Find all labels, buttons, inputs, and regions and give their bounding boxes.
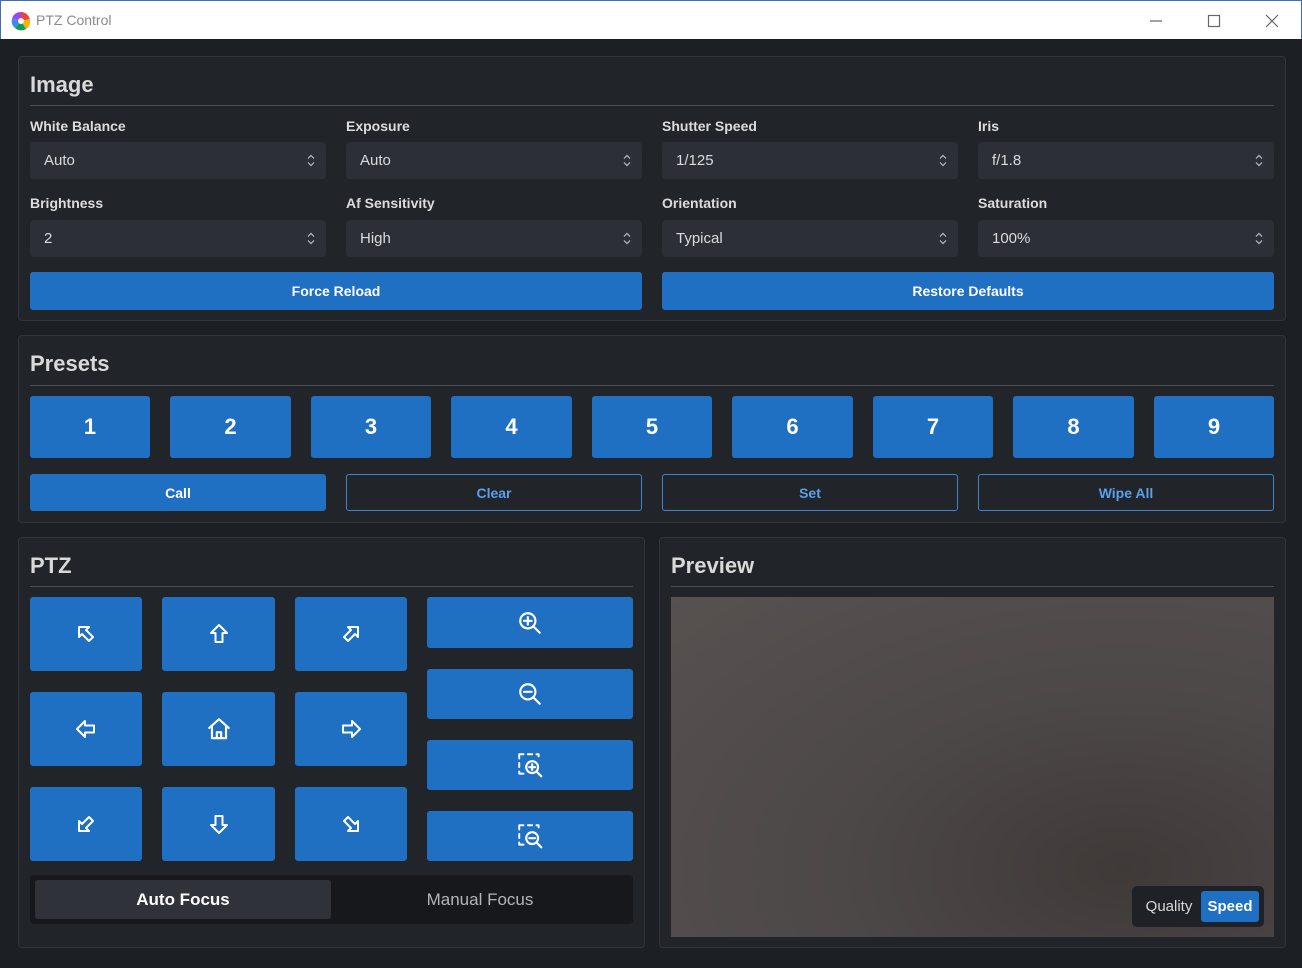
preset-button-5[interactable]: 5 xyxy=(592,396,712,458)
preset-button-4[interactable]: 4 xyxy=(451,396,572,458)
pan-up-right-button[interactable] xyxy=(295,597,407,671)
select-chevrons-icon xyxy=(623,154,631,167)
close-button[interactable] xyxy=(1243,1,1301,40)
image-panel-title: Image xyxy=(30,72,94,97)
quality-speed-toggle: Quality Speed xyxy=(1132,886,1264,927)
presets-divider xyxy=(30,385,1274,386)
zoom-in-icon xyxy=(519,611,541,634)
white-balance-value: Auto xyxy=(44,152,75,169)
pan-down-left-button[interactable] xyxy=(30,787,142,861)
arrow-down-left-icon xyxy=(78,816,94,832)
exposure-label: Exposure xyxy=(346,118,410,134)
preset-button-7[interactable]: 7 xyxy=(873,396,993,458)
close-icon xyxy=(1265,14,1279,27)
brightness-select[interactable]: 2 xyxy=(30,220,326,257)
pan-right-button[interactable] xyxy=(295,692,407,766)
image-divider xyxy=(30,105,1274,106)
orientation-label: Orientation xyxy=(662,195,737,211)
preview-panel-title: Preview xyxy=(671,553,755,578)
arrow-up-left-icon xyxy=(78,626,94,642)
preset-button-6[interactable]: 6 xyxy=(732,396,853,458)
presets-panel-title: Presets xyxy=(30,351,110,376)
arrow-up-icon xyxy=(209,624,228,643)
preset-button-3[interactable]: 3 xyxy=(311,396,431,458)
preset-button-9[interactable]: 9 xyxy=(1154,396,1274,458)
iris-label: Iris xyxy=(978,118,1000,134)
select-chevrons-icon xyxy=(307,154,315,167)
arrow-up-right-icon xyxy=(343,626,359,642)
ptz-divider xyxy=(30,586,633,587)
arrow-down-right-icon xyxy=(343,816,359,832)
select-chevrons-icon xyxy=(623,232,631,245)
orientation-select[interactable]: Typical xyxy=(662,220,958,257)
arrow-down-icon xyxy=(209,815,228,834)
wipe-all-button[interactable]: Wipe All xyxy=(978,474,1274,511)
auto-focus-option[interactable]: Auto Focus xyxy=(35,880,331,919)
iris-value: f/1.8 xyxy=(992,152,1022,169)
exposure-select[interactable]: Auto xyxy=(346,142,642,179)
maximize-icon xyxy=(1207,14,1221,27)
white-balance-select[interactable]: Auto xyxy=(30,142,326,179)
arrow-right-icon xyxy=(342,720,361,738)
iris-select[interactable]: f/1.8 xyxy=(978,142,1274,179)
saturation-select[interactable]: 100% xyxy=(978,220,1274,257)
brightness-value: 2 xyxy=(44,230,53,247)
ptz-panel-title: PTZ xyxy=(30,553,72,578)
select-chevrons-icon xyxy=(939,154,947,167)
shutter-speed-label: Shutter Speed xyxy=(662,118,757,134)
window-title: PTZ Control xyxy=(36,12,112,28)
quality-option[interactable]: Quality xyxy=(1138,891,1200,922)
home-icon xyxy=(207,718,230,740)
focus-near-icon xyxy=(518,753,543,778)
app-logo-icon xyxy=(11,11,31,31)
tilt-down-button[interactable] xyxy=(162,787,275,861)
arrow-left-icon xyxy=(76,720,95,738)
manual-focus-option[interactable]: Manual Focus xyxy=(332,880,628,919)
select-chevrons-icon xyxy=(1255,232,1263,245)
orientation-value: Typical xyxy=(676,230,723,247)
focus-far-icon xyxy=(518,824,543,849)
minimize-icon xyxy=(1150,19,1162,22)
select-chevrons-icon xyxy=(939,232,947,245)
pan-left-button[interactable] xyxy=(30,692,142,766)
select-chevrons-icon xyxy=(307,232,315,245)
exposure-value: Auto xyxy=(360,152,391,169)
home-button[interactable] xyxy=(162,692,275,766)
preset-button-2[interactable]: 2 xyxy=(170,396,291,458)
saturation-label: Saturation xyxy=(978,195,1048,211)
preset-button-8[interactable]: 8 xyxy=(1013,396,1134,458)
af-sensitivity-value: High xyxy=(360,230,391,247)
select-chevrons-icon xyxy=(1255,154,1263,167)
focus-mode-toggle: Auto Focus Manual Focus xyxy=(30,875,633,924)
title-bar: PTZ Control xyxy=(0,0,1302,39)
af-sensitivity-label: Af Sensitivity xyxy=(346,195,435,211)
clear-button[interactable]: Clear xyxy=(346,474,642,511)
pan-down-right-button[interactable] xyxy=(295,787,407,861)
call-button[interactable]: Call xyxy=(30,474,326,511)
saturation-value: 100% xyxy=(992,230,1031,247)
brightness-label: Brightness xyxy=(30,195,104,211)
white-balance-label: White Balance xyxy=(30,118,126,134)
speed-option[interactable]: Speed xyxy=(1201,891,1259,922)
zoom-in-button[interactable] xyxy=(427,597,633,648)
shutter-speed-value: 1/125 xyxy=(676,152,714,169)
minimize-button[interactable] xyxy=(1127,1,1185,40)
focus-near-button[interactable] xyxy=(427,740,633,790)
preset-button-1[interactable]: 1 xyxy=(30,396,150,458)
restore-defaults-button[interactable]: Restore Defaults xyxy=(662,272,1274,310)
tilt-up-button[interactable] xyxy=(162,597,275,671)
force-reload-button[interactable]: Force Reload xyxy=(30,272,642,310)
shutter-speed-select[interactable]: 1/125 xyxy=(662,142,958,179)
pan-up-left-button[interactable] xyxy=(30,597,142,671)
focus-far-button[interactable] xyxy=(427,811,633,861)
zoom-out-icon xyxy=(519,683,541,705)
maximize-button[interactable] xyxy=(1185,1,1243,40)
set-button[interactable]: Set xyxy=(662,474,958,511)
preview-divider xyxy=(671,586,1274,587)
zoom-out-button[interactable] xyxy=(427,669,633,719)
af-sensitivity-select[interactable]: High xyxy=(346,220,642,257)
